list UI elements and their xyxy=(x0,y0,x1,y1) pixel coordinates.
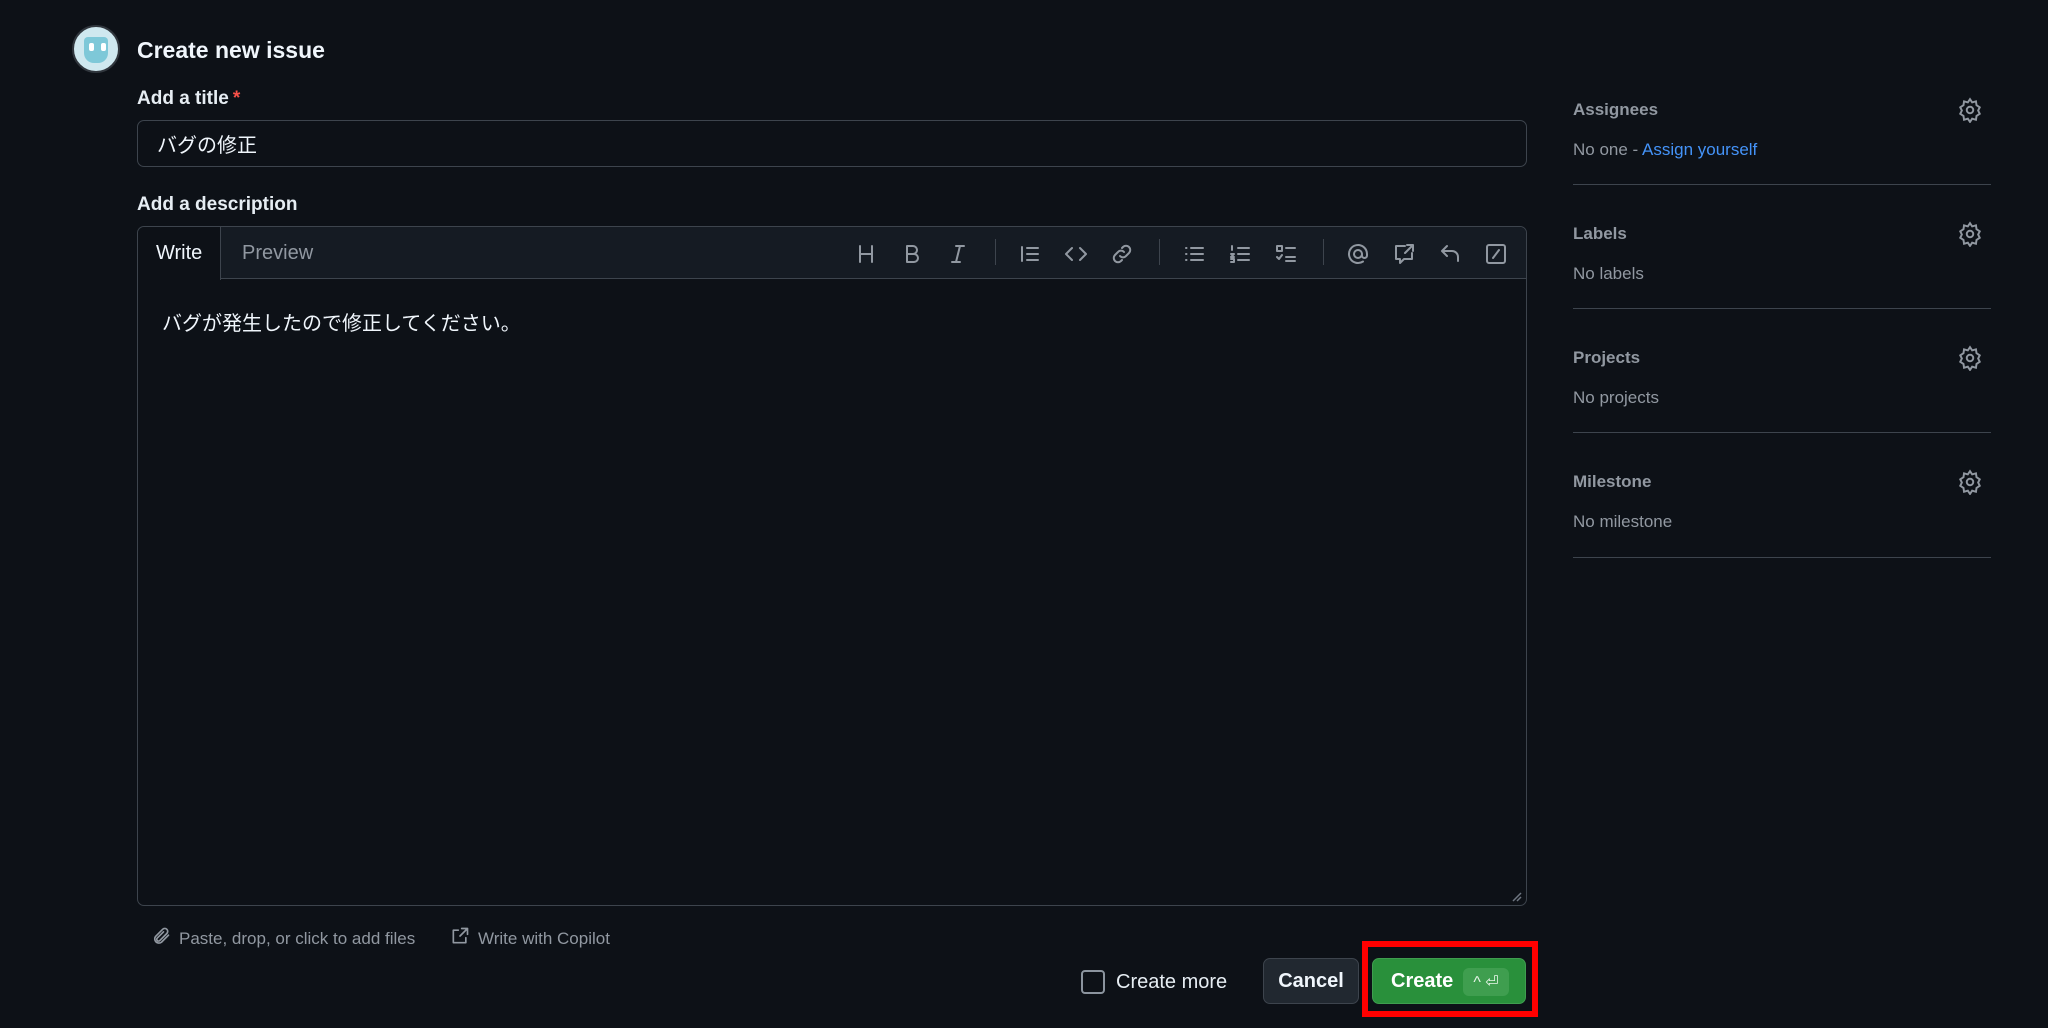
attach-files-label: Paste, drop, or click to add files xyxy=(179,928,416,948)
task-list-icon[interactable] xyxy=(1272,240,1300,268)
assignees-value: No one - Assign yourself xyxy=(1573,140,1758,159)
description-textarea[interactable]: バグが発生したので修正してください。 xyxy=(162,307,1502,336)
create-issue-page: Create new issue Add a title* Add a desc… xyxy=(0,0,2048,1028)
description-label: Add a description xyxy=(137,194,298,215)
ordered-list-icon[interactable] xyxy=(1226,240,1254,268)
paperclip-icon xyxy=(151,926,171,951)
bold-icon[interactable] xyxy=(898,240,926,268)
toolbar-divider xyxy=(995,239,996,265)
labels-title: Labels xyxy=(1573,224,1627,243)
page-title: Create new issue xyxy=(137,37,325,63)
external-link-icon xyxy=(450,926,470,951)
gear-icon[interactable] xyxy=(1957,221,1983,248)
slash-commands-icon[interactable] xyxy=(1482,240,1510,268)
create-more-checkbox[interactable] xyxy=(1081,970,1105,994)
code-icon[interactable] xyxy=(1062,240,1090,268)
description-editor: Write Preview バグが発生したので修正してください。 xyxy=(137,226,1527,906)
italic-icon[interactable] xyxy=(944,240,972,268)
milestone-title: Milestone xyxy=(1573,472,1652,491)
tab-preview[interactable]: Preview xyxy=(224,227,331,280)
cancel-button[interactable]: Cancel xyxy=(1263,958,1359,1004)
sidebar-projects: Projects No projects xyxy=(1573,340,1991,433)
link-icon[interactable] xyxy=(1108,240,1136,268)
title-input[interactable] xyxy=(137,120,1527,167)
toolbar-divider xyxy=(1323,239,1324,265)
highlight-box xyxy=(1362,941,1538,1017)
attach-files-button[interactable]: Paste, drop, or click to add files xyxy=(151,926,415,951)
sidebar-assignees: Assignees No one - Assign yourself xyxy=(1573,92,1991,185)
unordered-list-icon[interactable] xyxy=(1180,240,1208,268)
cross-reference-icon[interactable] xyxy=(1390,240,1418,268)
mention-icon[interactable] xyxy=(1344,240,1372,268)
write-with-copilot-label: Write with Copilot xyxy=(478,928,610,948)
user-avatar[interactable] xyxy=(72,25,120,73)
write-with-copilot-button[interactable]: Write with Copilot xyxy=(450,926,610,951)
toolbar-divider xyxy=(1159,239,1160,265)
title-label: Add a title * xyxy=(137,88,241,109)
resize-handle-icon[interactable] xyxy=(1510,889,1522,902)
labels-value: No labels xyxy=(1573,264,1644,283)
assignees-title: Assignees xyxy=(1573,100,1659,119)
gear-icon[interactable] xyxy=(1957,469,1983,496)
sidebar-milestone: Milestone No milestone xyxy=(1573,464,1991,558)
heading-icon[interactable] xyxy=(852,240,880,268)
quote-icon[interactable] xyxy=(1016,240,1044,268)
gear-icon[interactable] xyxy=(1957,345,1983,372)
milestone-value: No milestone xyxy=(1573,512,1673,531)
editor-toolbar: Write Preview xyxy=(138,227,1526,280)
gear-icon[interactable] xyxy=(1957,97,1983,124)
required-marker: * xyxy=(232,88,241,109)
projects-value: No projects xyxy=(1573,388,1659,407)
reply-icon[interactable] xyxy=(1436,240,1464,268)
assign-yourself-link[interactable]: Assign yourself xyxy=(1642,140,1757,159)
sidebar-labels: Labels No labels xyxy=(1573,216,1991,309)
tab-write[interactable]: Write xyxy=(138,227,222,280)
create-more-label[interactable]: Create more xyxy=(1116,971,1227,994)
projects-title: Projects xyxy=(1573,348,1641,367)
